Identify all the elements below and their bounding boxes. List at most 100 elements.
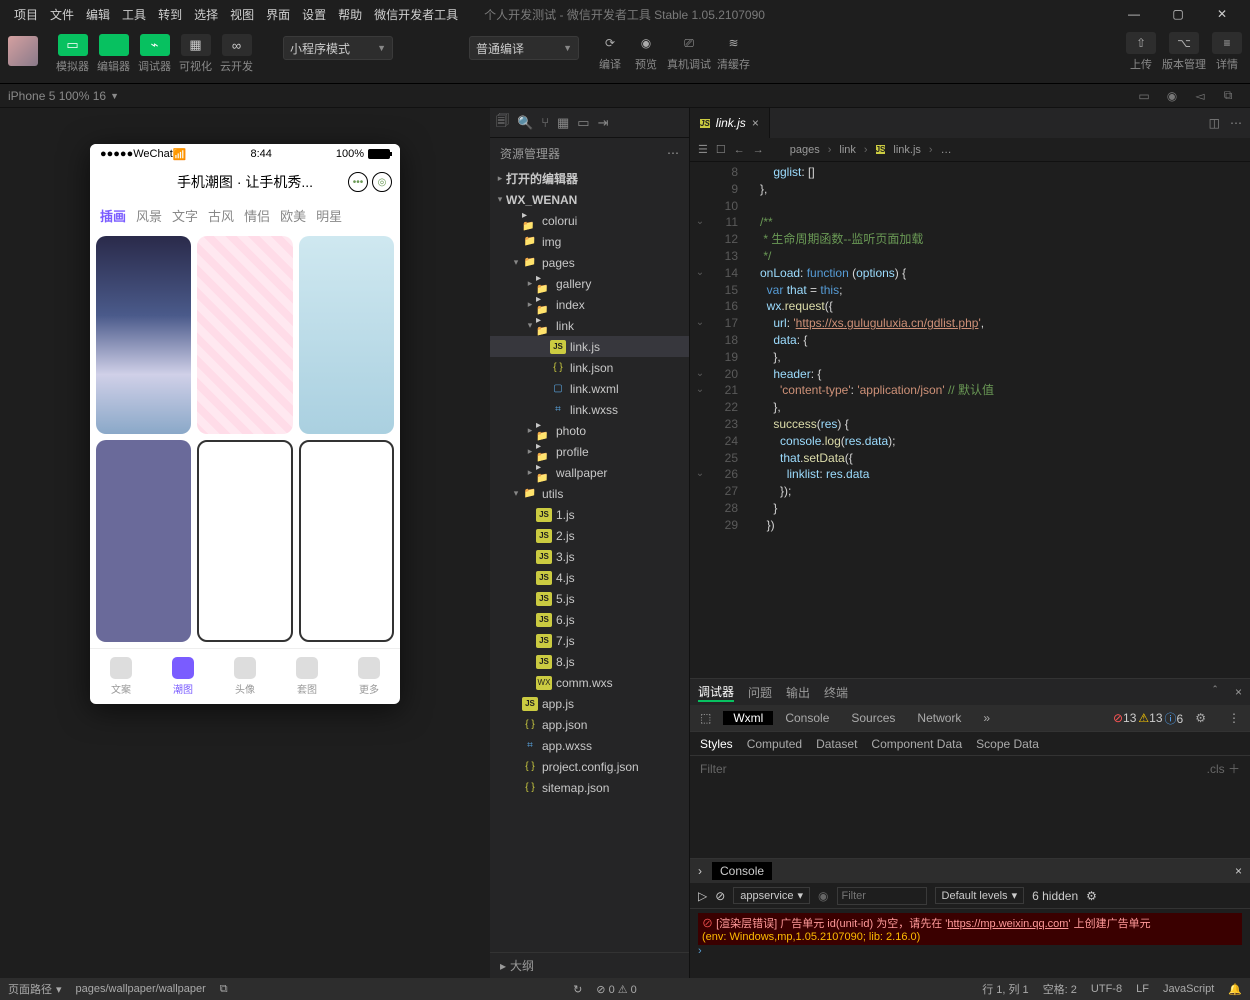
tree-row[interactable]: ⌗link.wxss (490, 399, 689, 420)
toolbar-button[interactable]: ∞云开发 (216, 32, 257, 76)
indent[interactable]: 空格: 2 (1043, 981, 1077, 997)
menu-item[interactable]: 视图 (224, 6, 260, 24)
toolbar-action[interactable]: ⟳编译 (595, 32, 625, 72)
capsule-menu-icon[interactable]: ••• (348, 172, 368, 192)
tree-row[interactable]: JS2.js (490, 525, 689, 546)
style-tab[interactable]: Styles (700, 737, 733, 751)
record-icon[interactable]: ◉ (1158, 89, 1186, 103)
code-editor[interactable]: ⌄⌄⌄⌄⌄⌄ 891011121314151617181920212223242… (690, 162, 1250, 678)
style-tab[interactable]: Computed (747, 737, 802, 751)
dbg-tab[interactable]: 终端 (824, 684, 848, 701)
phone-tab[interactable]: 欧美 (280, 206, 306, 225)
tree-section[interactable]: ▸打开的编辑器 (490, 168, 689, 189)
phone-tab[interactable]: 明星 (316, 206, 342, 225)
scene-icon[interactable]: ↻ (573, 983, 582, 996)
tree-row[interactable]: JS3.js (490, 546, 689, 567)
cursor-pos[interactable]: 行 1, 列 1 (982, 981, 1028, 997)
tree-row[interactable]: JS1.js (490, 504, 689, 525)
diagnostics[interactable]: ⊘ 0 ⚠ 0 (596, 983, 636, 996)
split-icon[interactable]: ◫ (1209, 116, 1220, 130)
dbg-tab[interactable]: 问题 (748, 684, 772, 701)
phone-tabbar-item[interactable]: 更多 (338, 649, 400, 704)
inspect-icon[interactable]: ⬚ (690, 711, 721, 725)
phone-wallpaper-grid[interactable] (90, 230, 400, 648)
nav-back-icon[interactable]: ← (734, 144, 745, 156)
current-route[interactable]: pages/wallpaper/wallpaper (76, 983, 206, 995)
cls-toggle[interactable]: .cls (1207, 762, 1225, 776)
ext-icon[interactable]: ▦ (557, 115, 569, 131)
style-tab[interactable]: Scope Data (976, 737, 1039, 751)
menu-item[interactable]: 编辑 (80, 6, 116, 24)
dbg-tab[interactable]: 调试器 (698, 683, 734, 702)
mode-dropdown[interactable]: 小程序模式▼ (283, 36, 393, 60)
list-icon[interactable]: ☰ (698, 143, 708, 156)
nav-fwd-icon[interactable]: → (753, 144, 764, 156)
tree-row[interactable]: ▸📁colorui (490, 210, 689, 231)
copy-icon[interactable]: ⧉ (220, 983, 228, 996)
tree-row[interactable]: JSapp.js (490, 693, 689, 714)
bell-icon[interactable]: 🔔 (1228, 983, 1242, 996)
phone-tab[interactable]: 古风 (208, 206, 234, 225)
devtab-more[interactable]: » (973, 711, 1000, 725)
phone-preview[interactable]: ●●●●● WeChat 📶 8:44 100% 手机潮图 · 让手机秀... … (90, 144, 400, 704)
menu-item[interactable]: 设置 (296, 6, 332, 24)
tree-row[interactable]: ▢link.wxml (490, 378, 689, 399)
clear-icon[interactable]: ▷ (698, 889, 707, 903)
toolbar-action[interactable]: ≋清缓存 (717, 32, 750, 72)
menu-item[interactable]: 界面 (260, 6, 296, 24)
maximize-button[interactable]: ▢ (1158, 0, 1198, 28)
info-count[interactable]: ⓘ6 (1165, 710, 1184, 727)
console-prompt[interactable]: › (698, 945, 1242, 957)
tree-row[interactable]: { }app.json (490, 714, 689, 735)
phone-tab[interactable]: 插画 (100, 206, 126, 225)
error-link[interactable]: https://mp.weixin.qq.com (947, 918, 1068, 930)
menu-item[interactable]: 转到 (152, 6, 188, 24)
close-button[interactable]: ✕ (1202, 0, 1242, 28)
phone-tab[interactable]: 文字 (172, 206, 198, 225)
tree-row[interactable]: ▸▸📁wallpaper (490, 462, 689, 483)
device-icon[interactable]: ▭ (1130, 89, 1158, 103)
tree-row[interactable]: ▸▸📁gallery (490, 273, 689, 294)
toolbar-action[interactable]: ⎚真机调试 (667, 32, 711, 72)
console-gear-icon[interactable]: ⚙ (1086, 889, 1097, 903)
search-icon[interactable]: 🔍 (517, 115, 533, 131)
tree-row[interactable]: WXcomm.wxs (490, 672, 689, 693)
console-close-icon[interactable]: × (1235, 864, 1242, 878)
mute-icon[interactable]: ◅ (1186, 89, 1214, 103)
more-icon[interactable]: ⋯ (1230, 116, 1242, 130)
tree-row[interactable]: JS5.js (490, 588, 689, 609)
style-filter[interactable]: Filter (700, 762, 727, 776)
kebab-icon[interactable]: ⋮ (1218, 711, 1250, 725)
phone-tab[interactable]: 风景 (136, 206, 162, 225)
bookmark-icon[interactable]: ☐ (716, 143, 726, 156)
encoding[interactable]: UTF-8 (1091, 983, 1122, 995)
branch-icon[interactable]: ⑂ (541, 115, 549, 130)
tree-row[interactable]: 📁img (490, 231, 689, 252)
phone-tabbar-item[interactable]: 潮图 (152, 649, 214, 704)
explorer-more-icon[interactable]: ⋯ (667, 146, 679, 160)
compile-dropdown[interactable]: 普通编译▼ (469, 36, 579, 60)
devtab[interactable]: Sources (841, 711, 905, 725)
ban-icon[interactable]: ⊘ (715, 889, 725, 903)
devtab[interactable]: Wxml (723, 711, 773, 725)
route-dropdown[interactable]: 页面路径▾ (8, 981, 62, 997)
language[interactable]: JavaScript (1163, 983, 1214, 995)
minimize-button[interactable]: — (1114, 0, 1154, 28)
tree-row[interactable]: ▸▸📁photo (490, 420, 689, 441)
tree-row[interactable]: JS4.js (490, 567, 689, 588)
menu-item[interactable]: 工具 (116, 6, 152, 24)
devtab[interactable]: Console (775, 711, 839, 725)
menu-item[interactable]: 文件 (44, 6, 80, 24)
tree-row[interactable]: JS7.js (490, 630, 689, 651)
context-select[interactable]: appservice▾ (733, 887, 810, 904)
menu-item[interactable]: 选择 (188, 6, 224, 24)
phone-tabbar-item[interactable]: 头像 (214, 649, 276, 704)
error-count[interactable]: ⊘13 (1113, 711, 1136, 725)
toolbar-action[interactable]: ⇧上传 (1126, 32, 1156, 72)
style-tab[interactable]: Component Data (871, 737, 962, 751)
outline-section[interactable]: ▸大纲 (490, 952, 689, 978)
dbg-tab[interactable]: 输出 (786, 684, 810, 701)
eye-icon[interactable]: ◉ (818, 889, 828, 903)
tree-row[interactable]: { }project.config.json (490, 756, 689, 777)
box-icon[interactable]: ▭ (577, 115, 589, 131)
